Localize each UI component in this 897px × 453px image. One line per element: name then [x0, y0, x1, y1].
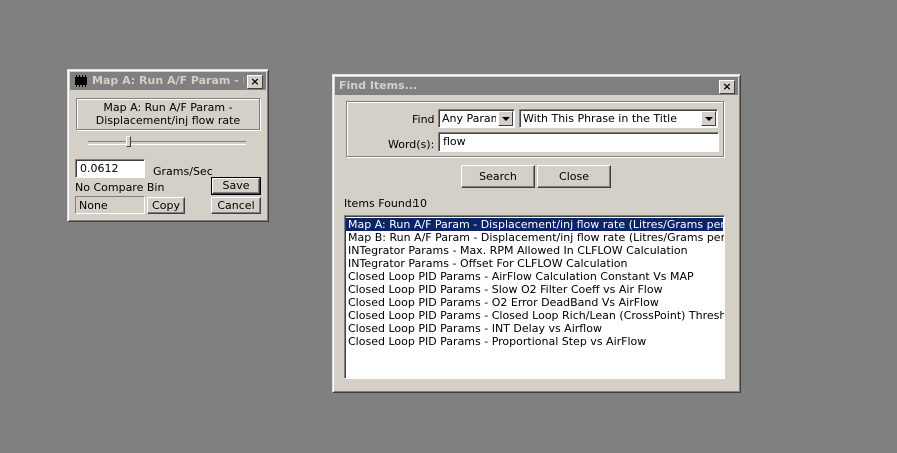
compare-bin-value: None	[79, 199, 108, 212]
map-description: Map A: Run A/F Param - Displacement/inj …	[95, 101, 241, 129]
results-container: Map A: Run A/F Param - Displacement/inj …	[346, 218, 724, 348]
compare-bin-label: No Compare Bin	[75, 181, 165, 194]
find-type-dropdown-arrow-icon[interactable]	[498, 111, 513, 126]
compare-bin-field[interactable]: None	[75, 196, 145, 214]
result-item[interactable]: Closed Loop PID Params - Proportional St…	[346, 335, 723, 348]
result-item[interactable]: Closed Loop PID Params - Closed Loop Ric…	[346, 309, 724, 322]
find-mode-dropdown-arrow-icon[interactable]	[701, 111, 716, 126]
find-window-titlebar[interactable]: Find Items... ×	[335, 77, 738, 95]
find-window-title: Find Items...	[339, 79, 418, 92]
copy-button[interactable]: Copy	[147, 197, 185, 214]
result-item[interactable]: Map A: Run A/F Param - Displacement/inj …	[346, 218, 724, 231]
cancel-button[interactable]: Cancel	[211, 197, 261, 214]
map-window-close-button[interactable]: ×	[247, 75, 263, 89]
result-item[interactable]: INTegrator Params - Offset For CLFLOW Ca…	[346, 257, 723, 270]
map-value-input[interactable]: 0.0612	[75, 159, 145, 178]
result-item[interactable]: Closed Loop PID Params - AirFlow Calcula…	[346, 270, 723, 283]
words-label: Word(s):	[388, 138, 435, 151]
save-button[interactable]: Save	[211, 177, 261, 195]
find-type-select[interactable]: Any Parameter	[438, 109, 515, 128]
find-mode-value: With This Phrase in the Title	[523, 112, 677, 125]
close-button[interactable]: Close	[537, 165, 611, 188]
result-item[interactable]: Closed Loop PID Params - INT Delay vs Ai…	[346, 322, 723, 335]
result-item[interactable]: Closed Loop PID Params - O2 Error DeadBa…	[346, 296, 723, 309]
items-found-count: 10	[413, 197, 427, 210]
slider-track	[88, 141, 246, 145]
find-window: Find Items... × Find Any Parameter With …	[332, 74, 741, 393]
map-window: Map A: Run A/F Param - D... × Map A: Run…	[67, 69, 269, 222]
map-value-slider[interactable]	[88, 136, 246, 148]
result-item[interactable]: Map B: Run A/F Param - Displacement/inj …	[346, 231, 724, 244]
find-type-value: Any Parameter	[442, 112, 496, 125]
slider-thumb[interactable]	[126, 136, 131, 147]
search-button[interactable]: Search	[461, 165, 535, 188]
result-item[interactable]: INTegrator Params - Max. RPM Allowed In …	[346, 244, 723, 257]
words-input-value: flow	[443, 135, 466, 148]
map-window-title: Map A: Run A/F Param - D...	[92, 74, 244, 87]
find-mode-select[interactable]: With This Phrase in the Title	[519, 109, 718, 128]
map-description-box: Map A: Run A/F Param - Displacement/inj …	[76, 98, 260, 130]
results-list[interactable]: Map A: Run A/F Param - Displacement/inj …	[344, 215, 725, 379]
result-item[interactable]: Closed Loop PID Params - Slow O2 Filter …	[346, 283, 723, 296]
words-input[interactable]: flow	[438, 132, 719, 152]
find-window-close-icon[interactable]: ×	[719, 80, 735, 94]
chip-icon	[75, 75, 87, 87]
map-value-text: 0.0612	[80, 162, 119, 175]
find-label: Find	[412, 113, 435, 126]
units-label: Grams/Sec	[153, 165, 213, 178]
items-found-label: Items Found:	[344, 197, 416, 210]
map-window-titlebar[interactable]: Map A: Run A/F Param - D... ×	[70, 72, 266, 90]
